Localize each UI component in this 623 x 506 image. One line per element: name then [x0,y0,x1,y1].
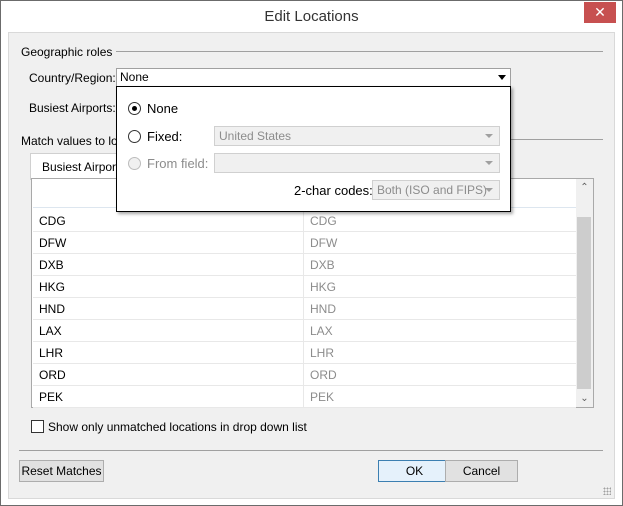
table-row[interactable]: DFW DFW [33,232,576,254]
table-row[interactable]: DXB DXB [33,254,576,276]
ok-button[interactable]: OK [378,460,451,482]
show-unmatched-label[interactable]: Show only unmatched locations in drop do… [48,420,307,434]
country-region-label: Country/Region: [29,71,116,85]
match-values-label: Match values to loca [21,134,131,148]
close-button[interactable]: ✕ [584,2,616,23]
column-separator [303,364,304,386]
edit-locations-dialog: Edit Locations ✕ Geographic roles Countr… [0,0,623,506]
table-row[interactable]: LAX LAX [33,320,576,342]
dropdown-arrow-icon [485,188,493,192]
row-value: LHR [39,346,64,360]
row-location[interactable]: HKG [310,280,336,294]
radio-none[interactable] [128,102,141,115]
row-value: HND [39,302,65,316]
fixed-country-value: United States [219,129,292,143]
table-scrollbar[interactable]: ⌃ ⌄ [576,179,593,407]
row-location[interactable]: LHR [310,346,334,360]
scrollbar-thumb[interactable] [577,217,591,389]
radio-from-field-label[interactable]: From field: [147,156,208,171]
dropdown-arrow-icon [485,134,493,138]
busiest-airports-label: Busiest Airports: [29,101,116,115]
radio-none-label[interactable]: None [147,101,178,116]
column-separator [303,298,304,320]
country-region-popup: None Fixed: United States From field: 2-… [116,86,511,212]
country-region-value: None [120,70,149,84]
row-location[interactable]: DFW [310,236,337,250]
close-icon: ✕ [594,4,606,20]
table-row[interactable]: HND HND [33,298,576,320]
row-location[interactable]: HND [310,302,336,316]
dropdown-arrow-icon [485,161,493,165]
row-location[interactable]: PEK [310,390,334,404]
cancel-button[interactable]: Cancel [445,460,518,482]
reset-matches-button[interactable]: Reset Matches [19,460,104,482]
geographic-roles-label: Geographic roles [21,45,113,59]
column-separator [303,276,304,298]
match-table: CDG CDG DFW DFW DXB DXB HKG HKG HND HND LAX LA… [31,178,594,408]
radio-fixed[interactable] [128,130,141,143]
row-value: LAX [39,324,62,338]
row-location[interactable]: DXB [310,258,335,272]
column-separator [303,320,304,342]
row-value: ORD [39,368,66,382]
title-bar: Edit Locations ✕ [1,1,622,33]
dropdown-arrow-icon [498,75,506,80]
table-row[interactable]: LHR LHR [33,342,576,364]
row-value: CDG [39,214,66,228]
tab-label: Busiest Airpor [42,160,117,174]
radio-from-field[interactable] [128,157,141,170]
radio-fixed-label[interactable]: Fixed: [147,129,182,144]
table-row[interactable]: HKG HKG [33,276,576,298]
two-char-codes-label: 2-char codes: [294,183,373,198]
row-location[interactable]: ORD [310,368,337,382]
row-location[interactable]: CDG [310,214,337,228]
table-row[interactable]: PEK PEK [33,386,576,408]
from-field-dropdown[interactable] [214,153,500,173]
divider [116,51,603,52]
row-location[interactable]: LAX [310,324,333,338]
scroll-up-button[interactable]: ⌃ [576,179,593,196]
show-unmatched-checkbox[interactable] [31,420,44,433]
fixed-country-dropdown[interactable]: United States [214,126,500,146]
column-separator [303,254,304,276]
country-region-dropdown[interactable]: None [116,68,511,87]
scroll-down-button[interactable]: ⌄ [576,390,593,407]
row-value: PEK [39,390,64,404]
chevron-up-icon: ⌃ [580,182,589,193]
divider [19,450,603,451]
two-char-codes-value: Both (ISO and FIPS) [377,183,488,197]
column-separator [303,342,304,364]
divider [509,139,603,140]
resize-grip-icon[interactable] [603,487,611,495]
column-separator [303,386,304,408]
dialog-title: Edit Locations [264,8,359,25]
row-value: HKG [39,280,66,294]
table-row[interactable]: ORD ORD [33,364,576,386]
two-char-codes-dropdown[interactable]: Both (ISO and FIPS) [372,180,500,200]
row-value: DXB [39,258,64,272]
column-separator [303,210,304,232]
column-separator [303,232,304,254]
row-value: DFW [39,236,67,250]
table-row[interactable]: CDG CDG [33,210,576,232]
chevron-down-icon: ⌄ [580,393,589,404]
